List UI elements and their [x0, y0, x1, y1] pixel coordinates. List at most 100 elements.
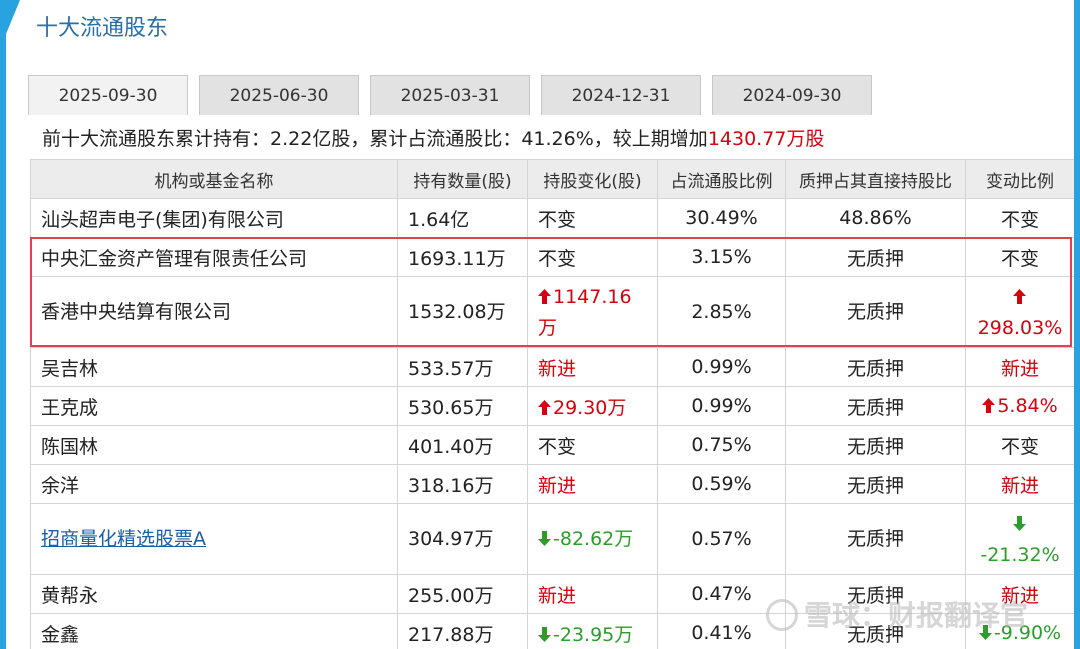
ratio-cell: 0.47%: [657, 574, 786, 614]
table-row: 汕头超声电子(集团)有限公司 1.64亿 不变 30.49% 48.86% 不变: [30, 198, 1074, 238]
ratio-cell: 2.85%: [657, 276, 786, 348]
pct-cell-value: 新进: [1000, 474, 1039, 497]
qty-cell: 401.40万: [397, 425, 528, 465]
pct-cell-value: 新进: [1000, 584, 1039, 607]
pledge-cell: 无质押: [785, 574, 966, 614]
pct-cell: -9.90%: [965, 613, 1074, 649]
table-row: 陈国林 401.40万 不变 0.75% 无质押 不变: [30, 425, 1074, 465]
holder-name: 中央汇金资产管理有限责任公司: [41, 247, 308, 270]
pct-cell: 新进: [965, 574, 1074, 614]
pct-cell-value: 298.03%: [977, 316, 1063, 339]
summary-mid2: ，较上期增加: [593, 128, 708, 150]
pct-cell: -21.32%: [965, 503, 1074, 575]
holder-name: 陈国林: [41, 435, 99, 458]
pledge-cell: 无质押: [785, 464, 966, 504]
pct-cell-value: -21.32%: [980, 543, 1060, 566]
pct-cell-value: 5.84%: [997, 395, 1058, 417]
change-cell: 不变: [527, 198, 658, 238]
arrow-down-icon: [978, 624, 992, 643]
change-cell-value: -23.95万: [553, 623, 634, 646]
qty-cell: 217.88万: [397, 613, 528, 649]
holder-name-cell: 王克成: [30, 386, 398, 426]
pct-cell: 298.03%: [965, 276, 1074, 348]
panel: 十大流通股东 2025-09-30 2025-06-30 2025-03-31 …: [6, 0, 1074, 649]
holder-name-cell: 陈国林: [30, 425, 398, 465]
holder-name-cell: 吴吉林: [30, 347, 398, 387]
header-qty: 持有数量(股): [397, 159, 528, 199]
pct-cell-value: -9.90%: [993, 622, 1062, 644]
table-row: 中央汇金资产管理有限责任公司 1693.11万 不变 3.15% 无质押 不变: [30, 237, 1074, 277]
table-row: 香港中央结算有限公司 1532.08万 1147.16万 2.85% 无质押 298.03…: [30, 276, 1074, 348]
tab-2025-06-30[interactable]: 2025-06-30: [199, 75, 359, 115]
pct-cell: 不变: [965, 237, 1074, 277]
summary-mid1: ，累计占流通股比：: [350, 128, 522, 150]
summary-ratio: 41.26%: [521, 128, 594, 150]
change-cell: 不变: [527, 425, 658, 465]
ratio-cell: 0.99%: [657, 347, 786, 387]
pct-cell-value: 不变: [1000, 435, 1039, 458]
pct-cell: 5.84%: [965, 386, 1074, 426]
header-name: 机构或基金名称: [30, 159, 398, 199]
holder-name-cell: 金鑫: [30, 613, 398, 649]
table-row: 黄帮永 255.00万 新进 0.47% 无质押 新进: [30, 574, 1074, 614]
change-cell: 不变: [527, 237, 658, 277]
holder-name: 王克成: [41, 396, 99, 419]
tab-2024-09-30[interactable]: 2024-09-30: [712, 75, 872, 115]
tab-2024-12-31[interactable]: 2024-12-31: [541, 75, 701, 115]
change-cell-value: 新进: [538, 357, 577, 380]
pct-cell-value: 新进: [1000, 357, 1039, 380]
pledge-cell: 无质押: [785, 503, 966, 575]
holder-name: 金鑫: [41, 623, 80, 646]
ratio-cell: 0.41%: [657, 613, 786, 649]
ratio-cell: 0.59%: [657, 464, 786, 504]
table-row: 吴吉林 533.57万 新进 0.99% 无质押 新进: [30, 347, 1074, 387]
change-cell-value: 不变: [538, 208, 577, 231]
holding-summary: 前十大流通股东累计持有：2.22亿股，累计占流通股比：41.26%，较上期增加1…: [42, 124, 824, 151]
change-cell-value: 新进: [538, 584, 577, 607]
summary-hold: 2.22亿股: [270, 128, 351, 150]
holder-name-cell: 招商量化精选股票A: [30, 503, 398, 575]
header-pct: 变动比例: [965, 159, 1074, 199]
holder-name: 余洋: [41, 474, 80, 497]
pct-cell-value: 不变: [1000, 208, 1039, 231]
change-cell-value: 不变: [538, 247, 577, 270]
holder-name-cell: 香港中央结算有限公司: [30, 276, 398, 348]
shareholders-table: 机构或基金名称 持有数量(股) 持股变化(股) 占流通股比例 质押占其直接持股比…: [30, 159, 1074, 649]
table-row: 余洋 318.16万 新进 0.59% 无质押 新进: [30, 464, 1074, 504]
holder-name-cell: 余洋: [30, 464, 398, 504]
pledge-cell: 无质押: [785, 386, 966, 426]
qty-cell: 533.57万: [397, 347, 528, 387]
holder-name: 香港中央结算有限公司: [41, 301, 232, 323]
tab-2025-03-31[interactable]: 2025-03-31: [370, 75, 530, 115]
pct-cell: 不变: [965, 198, 1074, 238]
qty-cell: 304.97万: [397, 503, 528, 575]
corner-decoration: [6, 0, 20, 34]
holder-name: 汕头超声电子(集团)有限公司: [41, 208, 284, 231]
fund-link[interactable]: 招商量化精选股票A: [41, 528, 206, 550]
qty-cell: 1693.11万: [397, 237, 528, 277]
pct-cell: 不变: [965, 425, 1074, 465]
pct-cell: 新进: [965, 347, 1074, 387]
change-cell: 新进: [527, 347, 658, 387]
pct-cell: 新进: [965, 464, 1074, 504]
pledge-cell: 无质押: [785, 276, 966, 348]
arrow-up-icon: [538, 283, 551, 313]
change-cell-value: 新进: [538, 474, 577, 497]
change-cell-value: 不变: [538, 435, 577, 458]
table-row: 王克成 530.65万 29.30万 0.99% 无质押 5.84%: [30, 386, 1074, 426]
pledge-cell: 无质押: [785, 237, 966, 277]
holder-name: 黄帮永: [41, 584, 99, 607]
arrow-down-icon: [538, 525, 551, 555]
header-pledge: 质押占其直接持股比: [785, 159, 966, 199]
change-cell: 1147.16万: [527, 276, 658, 348]
qty-cell: 1532.08万: [397, 276, 528, 348]
page-title: 十大流通股东: [36, 16, 169, 41]
arrow-up-icon: [1012, 283, 1026, 313]
arrow-down-icon: [538, 626, 551, 645]
change-cell: -82.62万: [527, 503, 658, 575]
holder-name-cell: 中央汇金资产管理有限责任公司: [30, 237, 398, 277]
pledge-cell: 无质押: [785, 347, 966, 387]
tab-2025-09-30[interactable]: 2025-09-30: [28, 75, 188, 115]
pct-cell-value: 不变: [1000, 247, 1039, 270]
table-row: 金鑫 217.88万 -23.95万 0.41% 无质押 -9.90%: [30, 613, 1074, 649]
